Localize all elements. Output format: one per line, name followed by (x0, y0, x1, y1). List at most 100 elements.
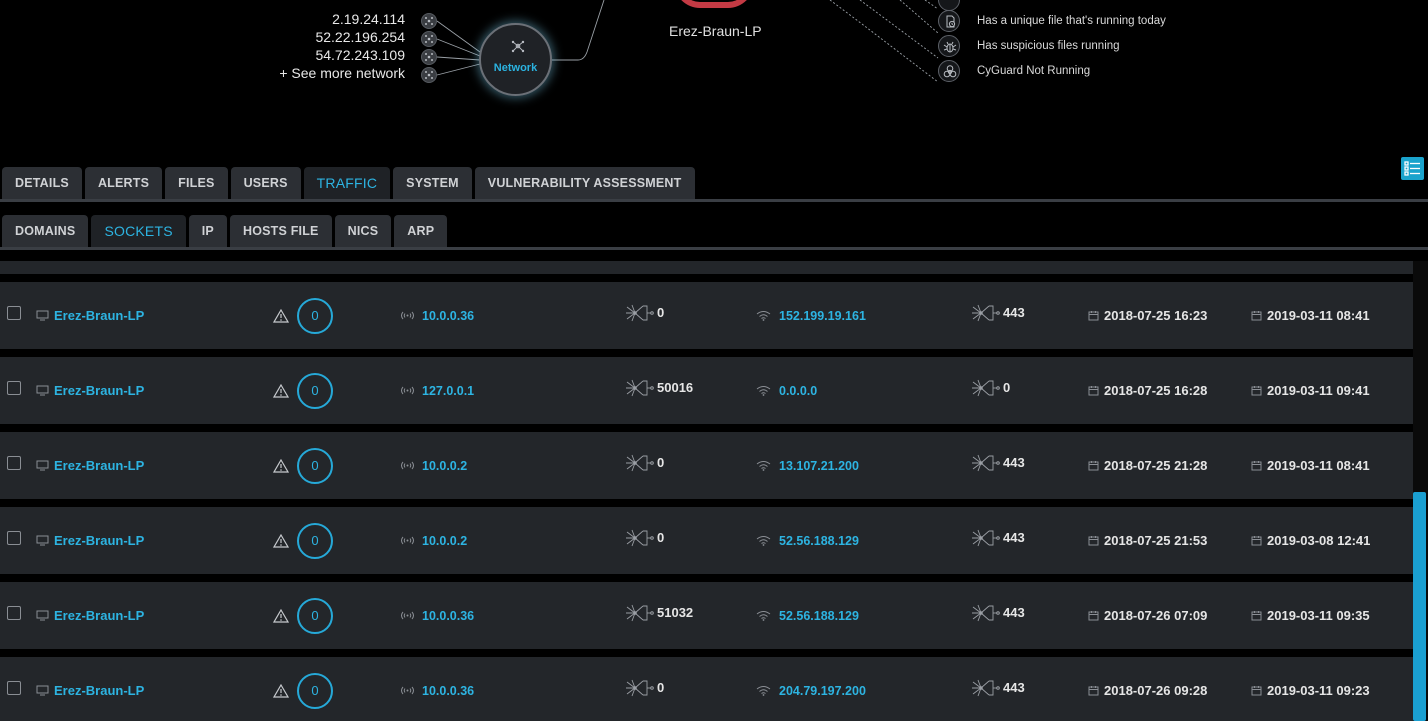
table-row-partial (0, 261, 1413, 274)
subtab-arp[interactable]: ARP (394, 215, 448, 247)
alert-node-unique-file[interactable]: Has a unique file that's running today (938, 10, 1166, 32)
row-checkbox[interactable] (7, 681, 21, 695)
alert-node-cyguard[interactable]: CyGuard Not Running (938, 60, 1090, 82)
table-row[interactable]: Erez-Braun-LP 0 127.0.0.1 50016 0.0.0.0 (0, 357, 1413, 424)
row-checkbox[interactable] (7, 531, 21, 545)
host-name-link[interactable]: Erez-Braun-LP (54, 458, 144, 473)
local-ip-link[interactable]: 10.0.0.36 (422, 609, 474, 623)
row-checkbox[interactable] (7, 306, 21, 320)
last-seen-value: 2019-03-11 09:41 (1267, 383, 1370, 398)
last-seen-value: 2019-03-08 12:41 (1267, 533, 1371, 548)
alert-count-badge[interactable]: 0 (297, 597, 333, 634)
sockets-table: Erez-Braun-LP 0 10.0.0.36 0 152.199.19.1… (0, 261, 1413, 721)
row-checkbox[interactable] (7, 381, 21, 395)
alert-node-suspicious-files[interactable]: Has suspicious files running (938, 35, 1120, 57)
local-port-value: 0 (657, 305, 665, 320)
remote-ip-link[interactable]: 13.107.21.200 (779, 459, 859, 473)
network-port-icon (623, 378, 655, 398)
tab-files[interactable]: FILES (165, 167, 228, 199)
calendar-icon (1251, 310, 1262, 321)
node-network-icon (425, 17, 433, 25)
network-node[interactable]: Network (479, 23, 552, 96)
subtab-ip[interactable]: IP (188, 215, 227, 247)
row-checkbox[interactable] (7, 606, 21, 620)
tab-alerts[interactable]: ALERTS (84, 167, 163, 199)
calendar-icon (1251, 685, 1262, 696)
monitor-icon (36, 310, 49, 321)
entity-graph: 2.19.24.114 52.22.196.254 54.72.243.109 … (0, 0, 1428, 160)
tab-traffic[interactable]: TRAFFIC (303, 167, 391, 199)
calendar-icon (1088, 385, 1099, 396)
bug-icon (938, 35, 960, 57)
tab-system[interactable]: SYSTEM (393, 167, 472, 199)
subtab-hosts-file[interactable]: HOSTS FILE (229, 215, 332, 247)
network-port-icon (623, 678, 655, 698)
network-ip-node-1[interactable] (421, 13, 437, 29)
remote-port-value: 443 (1003, 605, 1025, 620)
local-ip-link[interactable]: 127.0.0.1 (422, 384, 474, 398)
subtab-nics[interactable]: NICS (334, 215, 392, 247)
table-row[interactable]: Erez-Braun-LP 0 10.0.0.2 0 52.56.188.129 (0, 507, 1413, 574)
network-port-icon (969, 528, 1001, 548)
network-node-label: Network (493, 62, 538, 74)
see-more-network-node[interactable] (421, 67, 437, 83)
remote-port-value: 0 (1003, 380, 1011, 395)
broadcast-icon (398, 610, 417, 621)
local-ip-link[interactable]: 10.0.0.36 (422, 684, 474, 698)
host-name-link[interactable]: Erez-Braun-LP (54, 383, 144, 398)
broadcast-icon (398, 385, 417, 396)
remote-port-value: 443 (1003, 530, 1025, 545)
wifi-icon (756, 460, 771, 471)
table-row[interactable]: Erez-Braun-LP 0 10.0.0.36 51032 52.56.18… (0, 582, 1413, 649)
warning-triangle-icon (273, 458, 289, 473)
scrollbar-thumb[interactable] (1413, 492, 1426, 721)
wifi-icon (756, 310, 771, 321)
first-seen-value: 2018-07-26 09:28 (1104, 683, 1208, 698)
remote-ip-link[interactable]: 152.199.19.161 (779, 309, 866, 323)
remote-ip-link[interactable]: 0.0.0.0 (779, 384, 817, 398)
tab-users[interactable]: USERS (230, 167, 301, 199)
alert-count-badge[interactable]: 0 (297, 372, 333, 409)
network-ip-node-3[interactable] (421, 49, 437, 65)
table-row[interactable]: Erez-Braun-LP 0 10.0.0.36 0 152.199.19.1… (0, 282, 1413, 349)
local-ip-link[interactable]: 10.0.0.2 (422, 534, 467, 548)
alert-count-badge[interactable]: 0 (297, 522, 333, 559)
remote-ip-link[interactable]: 204.79.197.200 (779, 684, 866, 698)
network-port-icon (623, 528, 655, 548)
table-row[interactable]: Erez-Braun-LP 0 10.0.0.2 0 13.107.21.200 (0, 432, 1413, 499)
host-name-link[interactable]: Erez-Braun-LP (54, 533, 144, 548)
remote-ip-link[interactable]: 52.56.188.129 (779, 609, 859, 623)
alert-count-badge[interactable]: 0 (297, 447, 333, 484)
remote-ip-link[interactable]: 52.56.188.129 (779, 534, 859, 548)
network-port-icon (969, 303, 1001, 323)
host-name-link[interactable]: Erez-Braun-LP (54, 608, 144, 623)
row-checkbox[interactable] (7, 456, 21, 470)
first-seen-value: 2018-07-25 16:28 (1104, 383, 1208, 398)
network-ip-1[interactable]: 2.19.24.114 (332, 10, 405, 28)
host-name-link[interactable]: Erez-Braun-LP (54, 308, 144, 323)
alert-cyguard-label: CyGuard Not Running (977, 65, 1091, 77)
host-name-link[interactable]: Erez-Braun-LP (54, 683, 144, 698)
calendar-icon (1088, 310, 1099, 321)
network-ip-2[interactable]: 52.22.196.254 (315, 28, 405, 46)
table-row[interactable]: Erez-Braun-LP 0 10.0.0.36 0 204.79.197.2… (0, 657, 1413, 721)
see-more-network-link[interactable]: + See more network (279, 64, 405, 82)
wifi-icon (756, 610, 771, 621)
network-ip-3[interactable]: 54.72.243.109 (315, 46, 405, 64)
alert-suspicious-files-label: Has suspicious files running (977, 40, 1120, 52)
calendar-icon (1088, 610, 1099, 621)
tab-details[interactable]: DETAILS (2, 167, 82, 199)
alert-count-badge[interactable]: 0 (297, 297, 333, 334)
local-ip-link[interactable]: 10.0.0.36 (422, 309, 474, 323)
subtab-sockets[interactable]: SOCKETS (91, 215, 186, 247)
network-ip-node-2[interactable] (421, 31, 437, 47)
network-port-icon (969, 378, 1001, 398)
calendar-icon (1088, 685, 1099, 696)
alert-count-badge[interactable]: 0 (297, 672, 333, 709)
local-port-value: 50016 (657, 380, 694, 395)
local-ip-link[interactable]: 10.0.0.2 (422, 459, 467, 473)
tab-vulnerability-assessment[interactable]: VULNERABILITY ASSESSMENT (474, 167, 695, 199)
network-port-icon (969, 678, 1001, 698)
subtab-domains[interactable]: DOMAINS (2, 215, 89, 247)
broadcast-icon (398, 535, 417, 546)
